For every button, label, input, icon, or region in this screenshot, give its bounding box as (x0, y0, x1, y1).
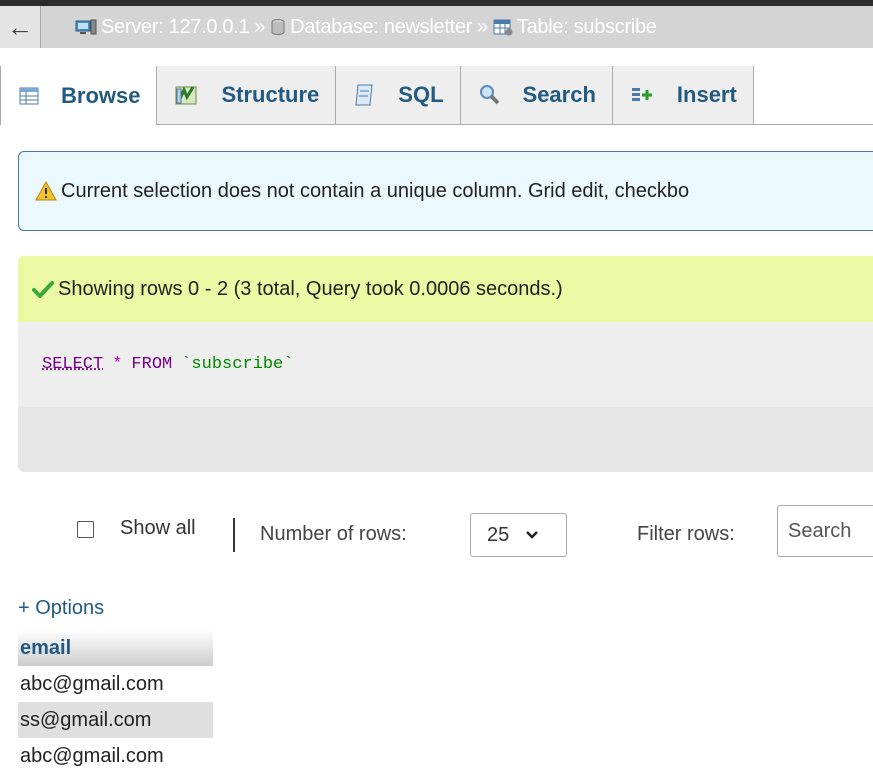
breadcrumb-separator: » (254, 15, 266, 38)
structure-icon (175, 84, 199, 106)
divider (233, 518, 235, 552)
table-row[interactable]: abc@gmail.com (18, 738, 213, 774)
sql-select-keyword[interactable]: SELECT (42, 355, 103, 374)
tab-browse-label: Browse (61, 82, 141, 108)
search-icon (479, 84, 501, 106)
table-row[interactable]: ss@gmail.com (18, 702, 213, 738)
success-message: Showing rows 0 - 2 (3 total, Query took … (18, 256, 873, 322)
checkmark-icon (32, 280, 54, 298)
tab-sql[interactable]: SQL (336, 66, 461, 124)
options-link[interactable]: + Options (18, 597, 104, 620)
tab-sql-label: SQL (398, 82, 444, 107)
tab-structure[interactable]: Structure (157, 66, 337, 124)
filter-rows-input[interactable]: Search (777, 505, 873, 557)
warning-icon (35, 181, 57, 201)
sql-star: * (112, 355, 123, 374)
breadcrumb-server-label: Server: 127.0.0.1 (101, 15, 250, 38)
success-text: Showing rows 0 - 2 (3 total, Query took … (58, 277, 563, 300)
show-all-checkbox[interactable] (77, 521, 94, 538)
tab-search-label: Search (522, 82, 596, 107)
show-all-label[interactable]: Show all (120, 517, 196, 540)
table-icon (493, 18, 513, 36)
breadcrumb-table[interactable]: Table: subscribe (493, 16, 657, 39)
sql-icon (354, 83, 376, 107)
tab-insert[interactable]: Insert (612, 66, 754, 124)
tab-browse[interactable]: Browse (0, 66, 158, 125)
tab-structure-label: Structure (221, 82, 320, 107)
browse-icon (19, 86, 39, 106)
filter-rows-placeholder: Search (788, 519, 852, 542)
breadcrumb-table-label: Table: subscribe (516, 15, 657, 38)
result-table: email abc@gmail.com ss@gmail.com abc@gma… (18, 630, 213, 774)
breadcrumb-server[interactable]: Server: 127.0.0.1 (75, 15, 250, 39)
sql-table-name: `subscribe` (181, 355, 294, 374)
number-of-rows-select[interactable]: 25 (470, 513, 567, 557)
tab-bar: Browse Structure SQL Search Insert (0, 66, 873, 125)
number-of-rows-label: Number of rows: (260, 523, 407, 545)
breadcrumb-database-label: Database: newsletter (290, 15, 473, 38)
breadcrumb: Server: 127.0.0.1 » Database: newsletter… (41, 16, 657, 39)
tab-insert-label: Insert (676, 82, 737, 107)
number-of-rows-value: 25 (487, 523, 510, 546)
tab-search[interactable]: Search (460, 66, 613, 124)
breadcrumb-bar: ← Server: 127.0.0.1 » Database: newslett… (0, 0, 873, 48)
insert-icon (631, 84, 655, 106)
sql-query-display: SELECT * FROM `subscribe` (18, 322, 873, 407)
query-result-panel: Showing rows 0 - 2 (3 total, Query took … (18, 256, 873, 472)
server-icon (75, 18, 97, 36)
database-icon (270, 18, 286, 36)
column-header-email[interactable]: email (18, 630, 213, 666)
breadcrumb-separator: » (477, 15, 488, 38)
back-arrow-icon[interactable]: ← (0, 6, 41, 48)
breadcrumb-database[interactable]: Database: newsletter (270, 16, 472, 39)
filter-rows-label: Filter rows: (637, 523, 735, 545)
table-row[interactable]: abc@gmail.com (18, 666, 213, 702)
unique-column-notice: Current selection does not contain a uni… (18, 151, 873, 231)
table-navigation-controls: Show all Number of rows: 25 Filter rows:… (0, 505, 873, 557)
chevron-down-icon (525, 530, 539, 540)
notice-text: Current selection does not contain a uni… (61, 179, 690, 202)
sql-from-keyword: FROM (131, 355, 173, 374)
